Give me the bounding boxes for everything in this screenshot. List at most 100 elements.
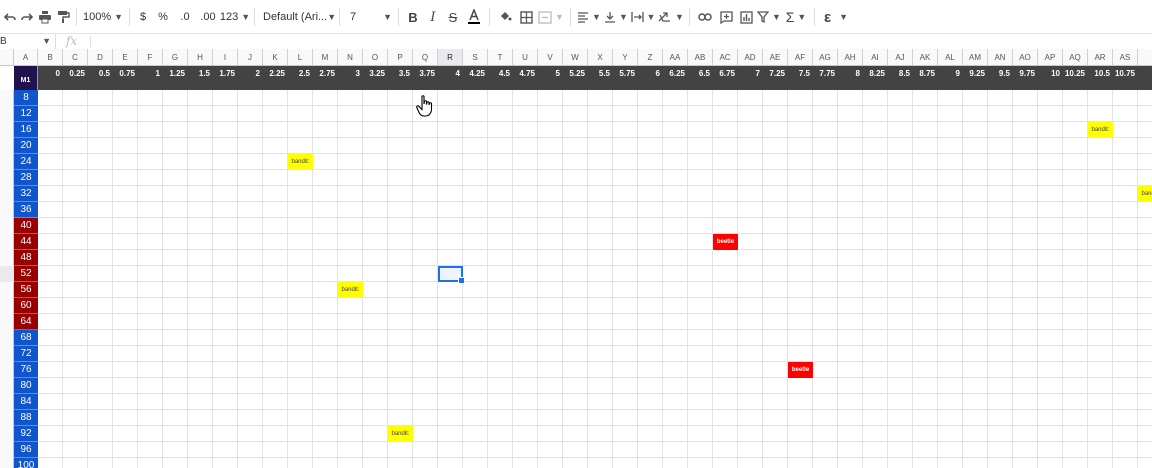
column-header-B[interactable]: B bbox=[38, 49, 63, 66]
font-size-select[interactable]: 7 ▼ bbox=[344, 5, 394, 29]
selected-cell[interactable] bbox=[438, 266, 465, 284]
insert-chart-icon[interactable] bbox=[736, 5, 756, 29]
column-header-AM[interactable]: AM bbox=[963, 49, 988, 66]
header-value-cell[interactable]: 4 bbox=[438, 66, 463, 90]
row-label-cell[interactable]: 96 bbox=[14, 442, 38, 458]
fill-color-icon[interactable] bbox=[494, 5, 516, 29]
row-label-cell[interactable]: 28 bbox=[14, 170, 38, 186]
column-header-S[interactable]: S bbox=[463, 49, 488, 66]
column-header-AL[interactable]: AL bbox=[938, 49, 963, 66]
row-label-cell[interactable]: 56 bbox=[14, 282, 38, 298]
header-value-cell[interactable]: 9.25 bbox=[963, 66, 988, 90]
cell-area[interactable] bbox=[38, 90, 1152, 468]
header-value-cell[interactable]: 2.5 bbox=[288, 66, 313, 90]
font-select[interactable]: Default (Ari... ▼ bbox=[259, 5, 336, 29]
column-header-Q[interactable]: Q bbox=[413, 49, 438, 66]
header-value-cell[interactable]: 0 bbox=[38, 66, 63, 90]
insert-link-icon[interactable] bbox=[694, 5, 716, 29]
column-header-O[interactable]: O bbox=[363, 49, 388, 66]
text-rotation-icon[interactable]: ▼ bbox=[657, 5, 685, 29]
header-value-cell[interactable]: 0.25 bbox=[63, 66, 88, 90]
header-value-cell[interactable]: 5.5 bbox=[588, 66, 613, 90]
column-header-AA[interactable]: AA bbox=[663, 49, 688, 66]
header-value-cell[interactable]: 4.75 bbox=[513, 66, 538, 90]
row-label-cell[interactable]: 44 bbox=[14, 234, 38, 250]
functions-icon[interactable]: Σ ▼ bbox=[782, 5, 810, 29]
header-value-cell[interactable]: 6.5 bbox=[688, 66, 713, 90]
currency-button[interactable]: $ bbox=[134, 5, 152, 29]
row-label-cell[interactable]: 32 bbox=[14, 186, 38, 202]
row-label-cell[interactable]: 52 bbox=[14, 266, 38, 282]
beetle-marker[interactable]: beetle bbox=[713, 234, 738, 250]
print-icon[interactable] bbox=[36, 5, 54, 29]
column-header-G[interactable]: G bbox=[163, 49, 188, 66]
header-value-cell[interactable]: 6.75 bbox=[713, 66, 738, 90]
column-header-AH[interactable]: AH bbox=[838, 49, 863, 66]
column-header-J[interactable]: J bbox=[238, 49, 263, 66]
header-value-cell[interactable]: 10.75 bbox=[1113, 66, 1138, 90]
row-label-cell[interactable]: 88 bbox=[14, 410, 38, 426]
borders-icon[interactable] bbox=[516, 5, 536, 29]
header-value-cell[interactable]: 3.25 bbox=[363, 66, 388, 90]
name-box[interactable]: B ▼ bbox=[0, 34, 56, 49]
undo-icon[interactable] bbox=[2, 5, 18, 29]
row-label-cell[interactable]: 24 bbox=[14, 154, 38, 170]
bold-icon[interactable]: B bbox=[403, 5, 423, 29]
column-header-next[interactable] bbox=[1138, 49, 1152, 66]
header-value-cell[interactable]: 7 bbox=[738, 66, 763, 90]
row-label-cell[interactable]: 8 bbox=[14, 90, 38, 106]
row-label-cell[interactable]: 76 bbox=[14, 362, 38, 378]
column-header-R[interactable]: R bbox=[438, 49, 463, 66]
row-label-cell[interactable]: 20 bbox=[14, 138, 38, 154]
header-value-cell[interactable]: 7.5 bbox=[788, 66, 813, 90]
header-value-cell[interactable]: 4.25 bbox=[463, 66, 488, 90]
select-all-corner[interactable] bbox=[0, 49, 14, 66]
text-color-icon[interactable] bbox=[463, 5, 485, 29]
increase-decimal-button[interactable]: .00 bbox=[196, 5, 220, 29]
header-value-cell[interactable]: 2.75 bbox=[313, 66, 338, 90]
column-header-D[interactable]: D bbox=[88, 49, 113, 66]
row-label-cell[interactable]: 68 bbox=[14, 330, 38, 346]
row-label-cell[interactable]: 64 bbox=[14, 314, 38, 330]
header-value-cell[interactable]: 9.75 bbox=[1013, 66, 1038, 90]
header-value-cell[interactable]: 8.75 bbox=[913, 66, 938, 90]
header-value-cell[interactable]: 1 bbox=[138, 66, 163, 90]
column-header-E[interactable]: E bbox=[113, 49, 138, 66]
column-header-AS[interactable]: AS bbox=[1113, 49, 1138, 66]
row-label-cell[interactable]: 84 bbox=[14, 394, 38, 410]
column-header-AJ[interactable]: AJ bbox=[888, 49, 913, 66]
row-label-cell[interactable]: 40 bbox=[14, 218, 38, 234]
decrease-decimal-button[interactable]: .0 bbox=[174, 5, 196, 29]
column-header-AN[interactable]: AN bbox=[988, 49, 1013, 66]
column-header-AO[interactable]: AO bbox=[1013, 49, 1038, 66]
bandit-marker[interactable]: bandit: bbox=[388, 426, 413, 442]
redo-icon[interactable] bbox=[18, 5, 36, 29]
sheet-grid[interactable]: A B C D E F G H I J K L M N O P Q R S T U V W X Y Z AA AB AC AD AE AF AG… bbox=[0, 49, 1152, 468]
text-wrapping-icon[interactable]: ▼ bbox=[629, 5, 657, 29]
header-value-cell[interactable]: 10 bbox=[1038, 66, 1063, 90]
header-value-cell[interactable]: 6 bbox=[638, 66, 663, 90]
row-label-cell[interactable]: 72 bbox=[14, 346, 38, 362]
row-label-cell[interactable]: 48 bbox=[14, 250, 38, 266]
header-value-cell[interactable]: 4.5 bbox=[488, 66, 513, 90]
column-header-T[interactable]: T bbox=[488, 49, 513, 66]
column-header-I[interactable]: I bbox=[213, 49, 238, 66]
row-label-cell[interactable]: 100 bbox=[14, 458, 38, 468]
column-header-W[interactable]: W bbox=[563, 49, 588, 66]
column-header-K[interactable]: K bbox=[263, 49, 288, 66]
format-select[interactable]: 123 ▼ bbox=[220, 5, 250, 29]
column-header-C[interactable]: C bbox=[63, 49, 88, 66]
vertical-align-icon[interactable]: ▼ bbox=[603, 5, 629, 29]
column-header-V[interactable]: V bbox=[538, 49, 563, 66]
header-value-cell[interactable]: 7.75 bbox=[813, 66, 838, 90]
column-header-AQ[interactable]: AQ bbox=[1063, 49, 1088, 66]
selected-row-header[interactable] bbox=[0, 266, 14, 282]
header-value-cell[interactable]: 1.25 bbox=[163, 66, 188, 90]
column-header-L[interactable]: L bbox=[288, 49, 313, 66]
horizontal-align-icon[interactable]: ▼ bbox=[575, 5, 603, 29]
column-header-AB[interactable]: AB bbox=[688, 49, 713, 66]
paint-format-icon[interactable] bbox=[54, 5, 72, 29]
header-value-cell[interactable]: 8.5 bbox=[888, 66, 913, 90]
header-value-cell[interactable]: 2.25 bbox=[263, 66, 288, 90]
header-value-cell[interactable]: 3.5 bbox=[388, 66, 413, 90]
